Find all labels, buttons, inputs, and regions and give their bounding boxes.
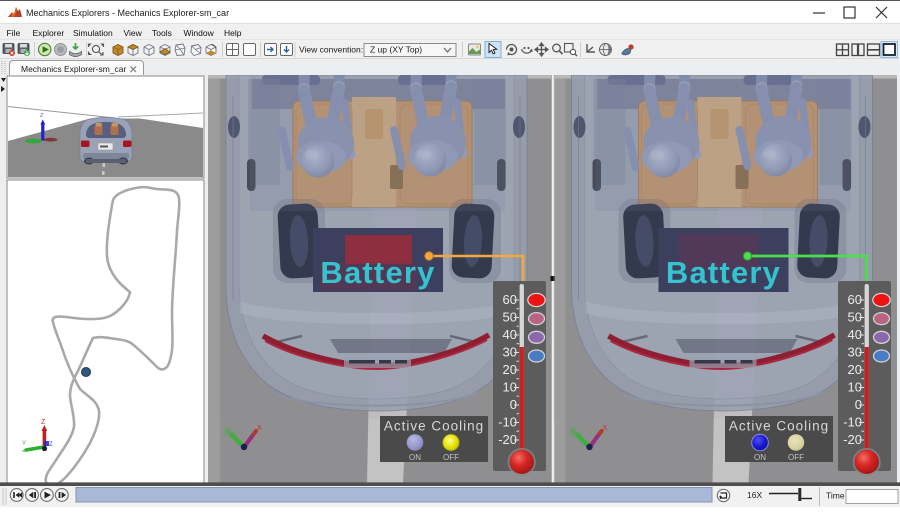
svg-text:Time: Time <box>826 491 845 501</box>
svg-text:Z up (XY Top): Z up (XY Top) <box>370 45 422 55</box>
svg-text:Y: Y <box>22 441 26 447</box>
svg-text:Z: Z <box>49 442 53 448</box>
svg-text:Battery: Battery <box>320 255 435 290</box>
svg-text:View convention:: View convention: <box>299 45 363 55</box>
svg-text:Z: Z <box>41 419 46 426</box>
svg-text:Battery: Battery <box>666 255 781 290</box>
svg-text:16X: 16X <box>747 490 762 500</box>
